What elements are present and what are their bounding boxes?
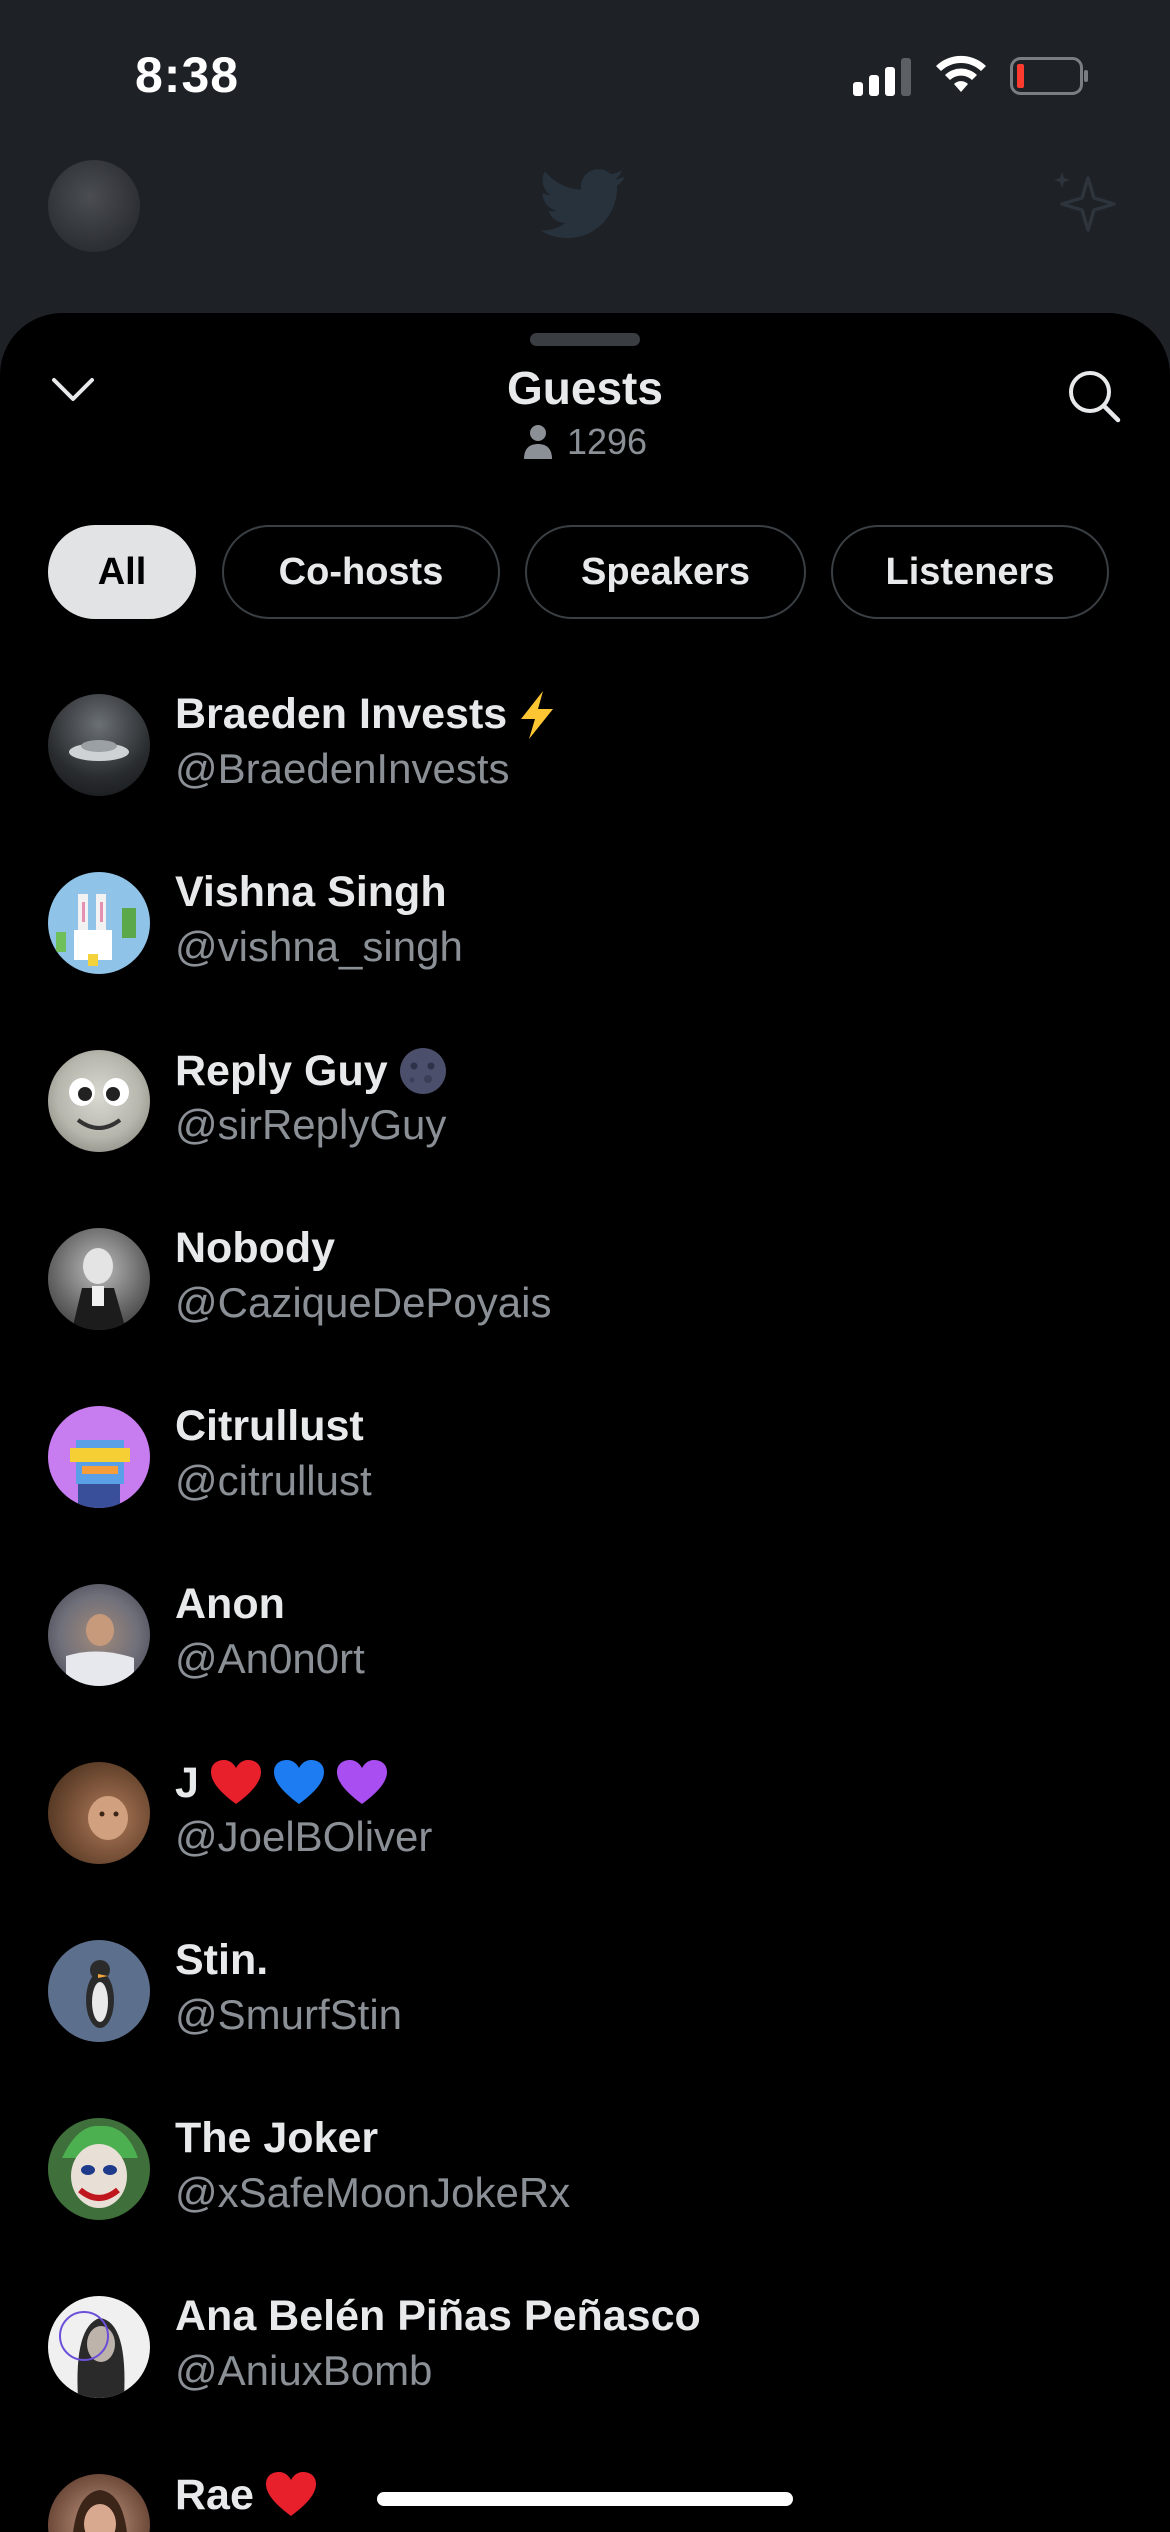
guests-sheet: Guests 1296 All Co-hosts Speakers Listen… xyxy=(0,313,1170,2532)
tab-speakers[interactable]: Speakers xyxy=(525,525,806,619)
avatar[interactable] xyxy=(48,2118,150,2220)
guest-name-text: The Joker xyxy=(175,2114,379,2162)
sheet-grabber[interactable] xyxy=(530,333,640,346)
guest-name: The Joker xyxy=(175,2114,378,2163)
guest-name-text: Braeden Invests xyxy=(175,690,508,738)
guest-row[interactable]: Anon @An0n0rt xyxy=(0,1580,1170,1758)
battery-low-icon xyxy=(1010,57,1088,95)
hearts-emoji-icon xyxy=(210,1760,387,1804)
person-icon xyxy=(523,425,552,459)
guest-name: Reply Guy xyxy=(175,1046,448,1096)
guest-name: Anon xyxy=(175,1580,285,1629)
guest-name-text: Vishna Singh xyxy=(175,868,447,916)
guest-row[interactable]: Reply Guy @sirReplyGuy xyxy=(0,1046,1170,1224)
wifi-icon xyxy=(936,55,986,92)
guest-name-text: Nobody xyxy=(175,1224,336,1272)
guest-row[interactable]: Vishna Singh @vishna_singh xyxy=(0,868,1170,1046)
guest-name-text: Rae xyxy=(175,2470,254,2519)
guest-name: Citrullust xyxy=(175,1402,364,1451)
avatar[interactable] xyxy=(48,1584,150,1686)
avatar[interactable] xyxy=(48,1762,150,1864)
cellular-signal-icon xyxy=(853,58,911,96)
new-moon-face-emoji-icon xyxy=(399,1048,446,1094)
avatar[interactable] xyxy=(48,872,150,974)
guest-row[interactable]: Braeden Invests @BraedenInvests xyxy=(0,690,1170,868)
guest-name: Vishna Singh xyxy=(175,868,447,917)
guest-name: Nobody xyxy=(175,1224,335,1273)
twitter-bird-icon xyxy=(540,169,625,239)
sparkle-icon xyxy=(1054,172,1116,232)
guest-name: Rae xyxy=(175,2470,318,2520)
guest-handle: @AniuxBomb xyxy=(175,2347,433,2394)
search-icon[interactable] xyxy=(1066,368,1122,424)
avatar[interactable] xyxy=(48,2296,150,2398)
guest-row[interactable]: Ana Belén Piñas Peñasco @AniuxBomb xyxy=(0,2292,1170,2470)
status-bar: 8:38 xyxy=(0,0,1170,150)
guest-handle: @BraedenInvests xyxy=(175,745,510,792)
guest-handle: @SmurfStin xyxy=(175,1991,403,2038)
profile-avatar xyxy=(48,160,140,252)
tab-co-hosts[interactable]: Co-hosts xyxy=(222,525,500,619)
avatar[interactable] xyxy=(48,1050,150,1152)
guest-name-text: Citrullust xyxy=(175,1402,364,1450)
avatar[interactable] xyxy=(48,1940,150,2042)
guest-handle: @JoelBOliver xyxy=(175,1813,433,1860)
guest-handle: @citrullust xyxy=(175,1457,372,1504)
guest-name-text: Stin. xyxy=(175,1936,269,1984)
guest-handle: @xSafeMoonJokeRx xyxy=(175,2169,571,2216)
guest-handle: @An0n0rt xyxy=(175,1635,365,1682)
status-time: 8:38 xyxy=(135,47,240,103)
guest-name-text: Reply Guy xyxy=(175,1046,388,1095)
tab-all[interactable]: All xyxy=(48,525,196,619)
guest-row[interactable]: Nobody @CaziqueDePoyais xyxy=(0,1224,1170,1402)
tab-listeners[interactable]: Listeners xyxy=(831,525,1109,619)
guest-row[interactable]: Stin. @SmurfStin xyxy=(0,1936,1170,2114)
guest-row[interactable]: J @JoelBOliver xyxy=(0,1758,1170,1936)
guest-name: Stin. xyxy=(175,1936,268,1985)
red-heart-emoji-icon xyxy=(265,2472,316,2516)
guest-handle: @vishna_singh xyxy=(175,923,463,970)
guest-name-text: J xyxy=(175,1758,199,1807)
guest-count: 1296 xyxy=(566,421,648,462)
avatar[interactable] xyxy=(48,1228,150,1330)
avatar[interactable] xyxy=(48,694,150,796)
guest-name-text: Ana Belén Piñas Peñasco xyxy=(175,2292,701,2340)
guest-handle: @sirReplyGuy xyxy=(175,1101,447,1148)
guest-row[interactable]: Citrullust @citrullust xyxy=(0,1402,1170,1580)
guest-name: Braeden Invests xyxy=(175,690,557,739)
avatar[interactable] xyxy=(48,1406,150,1508)
sheet-title: Guests xyxy=(507,362,663,414)
guest-row[interactable]: The Joker @xSafeMoonJokeRx xyxy=(0,2114,1170,2292)
guest-name-text: Anon xyxy=(175,1580,285,1628)
guest-handle: @CaziqueDePoyais xyxy=(175,1279,552,1326)
lightning-emoji-icon xyxy=(521,690,554,739)
avatar[interactable] xyxy=(48,2474,150,2532)
guest-count-row: 1296 xyxy=(0,421,1170,463)
guest-name: J xyxy=(175,1758,389,1808)
guest-name: Ana Belén Piñas Peñasco xyxy=(175,2292,701,2341)
home-indicator[interactable] xyxy=(377,2492,793,2506)
